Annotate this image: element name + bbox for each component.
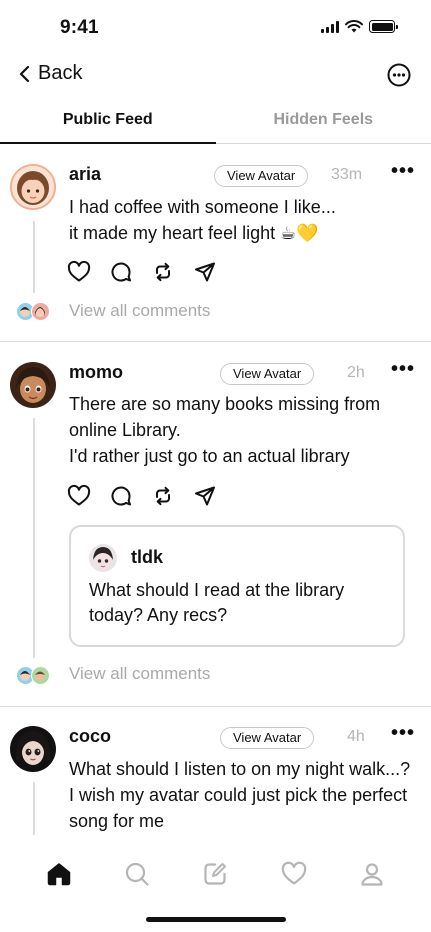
post-header: momo View Avatar 2h ••• xyxy=(69,358,415,388)
post-text: There are so many books missing from onl… xyxy=(69,394,381,466)
repost-icon[interactable] xyxy=(151,484,175,508)
tab-hidden-feels[interactable]: Hidden Feels xyxy=(216,98,431,143)
repost-icon[interactable] xyxy=(151,260,175,284)
wifi-icon xyxy=(345,20,363,33)
back-label: Back xyxy=(38,62,83,84)
timestamp: 33m xyxy=(331,166,363,183)
timestamp: 4h xyxy=(347,728,365,745)
view-avatar-button[interactable]: View Avatar xyxy=(220,727,315,749)
post-more-icon[interactable]: ••• xyxy=(391,722,415,745)
search-icon[interactable] xyxy=(123,860,151,888)
thread-line xyxy=(33,782,35,835)
avatar[interactable] xyxy=(89,544,117,572)
post-item: momo View Avatar 2h ••• There are so man… xyxy=(0,342,431,707)
nav-header: Back xyxy=(0,56,431,98)
status-bar: 9:41 xyxy=(0,0,431,56)
avatar[interactable] xyxy=(10,726,56,772)
share-send-icon[interactable] xyxy=(193,260,217,284)
post-text: What should I listen to on my night walk… xyxy=(69,759,411,831)
home-indicator[interactable] xyxy=(146,917,286,922)
share-send-icon[interactable] xyxy=(193,484,217,508)
status-time: 9:41 xyxy=(60,17,99,38)
comment-icon[interactable] xyxy=(109,260,133,284)
cellular-signal-icon xyxy=(321,20,339,33)
home-icon[interactable] xyxy=(45,860,73,888)
view-all-comments-link[interactable]: View all comments xyxy=(69,301,210,321)
avatar[interactable] xyxy=(10,362,56,408)
like-heart-icon[interactable] xyxy=(67,484,91,508)
back-button[interactable]: Back xyxy=(18,62,82,85)
quoted-post-card[interactable]: tldk What should I read at the library t… xyxy=(69,525,405,647)
tab-public-feed[interactable]: Public Feed xyxy=(0,98,216,144)
post-actions xyxy=(67,484,217,508)
avatar[interactable] xyxy=(10,164,56,210)
view-avatar-button[interactable]: View Avatar xyxy=(214,165,309,187)
post-header: aria View Avatar 33m ••• xyxy=(69,160,415,190)
thread-line xyxy=(33,221,35,293)
more-circle-icon[interactable] xyxy=(387,63,411,87)
quoted-username[interactable]: tldk xyxy=(131,547,163,568)
commenter-avatars xyxy=(16,666,50,685)
feed-tabs: Public Feed Hidden Feels xyxy=(0,98,431,144)
commenter-avatar xyxy=(31,666,50,685)
thread-line xyxy=(33,418,35,658)
feed[interactable]: aria View Avatar 33m ••• I had coffee wi… xyxy=(0,145,431,835)
post-item: aria View Avatar 33m ••• I had coffee wi… xyxy=(0,145,431,342)
commenter-avatar xyxy=(31,302,50,321)
view-all-comments-link[interactable]: View all comments xyxy=(69,664,210,684)
username[interactable]: aria xyxy=(69,164,101,185)
view-avatar-button[interactable]: View Avatar xyxy=(220,363,315,385)
profile-icon[interactable] xyxy=(358,860,386,888)
chevron-left-icon xyxy=(19,65,30,82)
post-actions xyxy=(67,260,217,284)
bottom-nav xyxy=(0,846,431,902)
quoted-post-text: What should I read at the library today?… xyxy=(89,580,345,625)
heart-icon[interactable] xyxy=(280,860,308,888)
username[interactable]: momo xyxy=(69,362,123,383)
post-text: I had coffee with someone I like... it m… xyxy=(69,197,336,243)
battery-icon xyxy=(369,20,398,33)
commenter-avatars xyxy=(16,302,50,321)
timestamp: 2h xyxy=(347,364,365,381)
post-more-icon[interactable]: ••• xyxy=(391,160,415,183)
status-icons xyxy=(321,20,398,33)
like-heart-icon[interactable] xyxy=(67,260,91,284)
post-more-icon[interactable]: ••• xyxy=(391,358,415,381)
compose-icon[interactable] xyxy=(201,860,229,888)
post-item: coco View Avatar 4h ••• What should I li… xyxy=(0,707,431,835)
comment-icon[interactable] xyxy=(109,484,133,508)
username[interactable]: coco xyxy=(69,726,111,747)
post-header: coco View Avatar 4h ••• xyxy=(69,722,415,752)
